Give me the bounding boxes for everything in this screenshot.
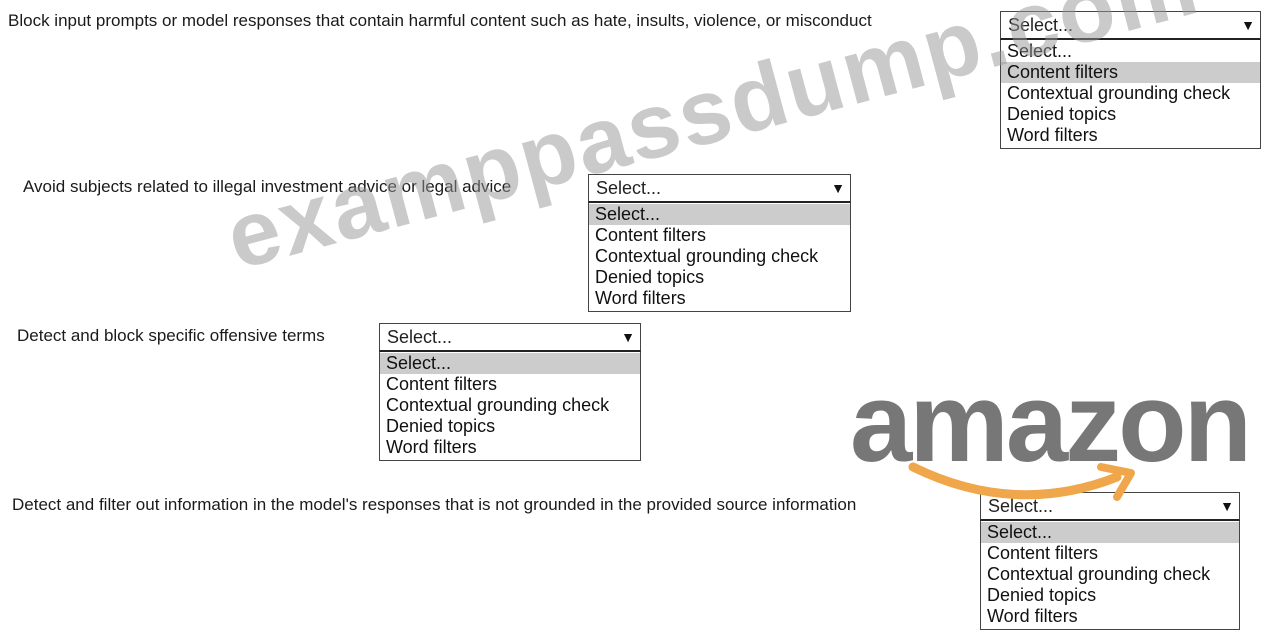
- question-2-select[interactable]: Select... ▼: [588, 174, 851, 203]
- chevron-down-icon[interactable]: ▼: [831, 175, 845, 202]
- question-3-prompt: Detect and block specific offensive term…: [17, 326, 325, 345]
- option-select[interactable]: Select...: [380, 353, 640, 374]
- question-1-selected-value: Select...: [1008, 15, 1074, 35]
- option-word-filters[interactable]: Word filters: [380, 437, 640, 458]
- option-word-filters[interactable]: Word filters: [1001, 125, 1260, 146]
- question-1-prompt: Block input prompts or model responses t…: [8, 11, 872, 30]
- option-content-filters[interactable]: Content filters: [380, 374, 640, 395]
- option-contextual-grounding-check[interactable]: Contextual grounding check: [1001, 83, 1260, 104]
- chevron-down-icon[interactable]: ▼: [1241, 12, 1255, 39]
- question-4-option-list: Select... Content filters Contextual gro…: [980, 521, 1240, 630]
- option-word-filters[interactable]: Word filters: [981, 606, 1239, 627]
- option-contextual-grounding-check[interactable]: Contextual grounding check: [981, 564, 1239, 585]
- question-1-option-list: Select... Content filters Contextual gro…: [1000, 40, 1261, 149]
- question-2-selected-value: Select...: [596, 178, 662, 198]
- question-3-select[interactable]: Select... ▼: [379, 323, 641, 352]
- question-4-select[interactable]: Select... ▼: [980, 492, 1240, 521]
- option-denied-topics[interactable]: Denied topics: [589, 267, 850, 288]
- option-content-filters[interactable]: Content filters: [981, 543, 1239, 564]
- question-1-select[interactable]: Select... ▼: [1000, 11, 1261, 40]
- question-2-option-list: Select... Content filters Contextual gro…: [588, 203, 851, 312]
- option-contextual-grounding-check[interactable]: Contextual grounding check: [380, 395, 640, 416]
- question-1-dropdown[interactable]: Select... ▼ Select... Content filters Co…: [1000, 11, 1261, 149]
- option-select[interactable]: Select...: [589, 204, 850, 225]
- question-3-selected-value: Select...: [387, 327, 453, 347]
- chevron-down-icon[interactable]: ▼: [1220, 493, 1234, 520]
- option-content-filters[interactable]: Content filters: [1001, 62, 1260, 83]
- amazon-logo-watermark: amazon: [850, 360, 1252, 485]
- option-denied-topics[interactable]: Denied topics: [380, 416, 640, 437]
- question-4-prompt: Detect and filter out information in the…: [12, 495, 857, 514]
- option-contextual-grounding-check[interactable]: Contextual grounding check: [589, 246, 850, 267]
- question-3-dropdown[interactable]: Select... ▼ Select... Content filters Co…: [379, 323, 641, 461]
- option-denied-topics[interactable]: Denied topics: [981, 585, 1239, 606]
- question-4-selected-value: Select...: [988, 496, 1054, 516]
- option-denied-topics[interactable]: Denied topics: [1001, 104, 1260, 125]
- question-4-dropdown[interactable]: Select... ▼ Select... Content filters Co…: [980, 492, 1240, 630]
- chevron-down-icon[interactable]: ▼: [621, 324, 635, 351]
- question-3-option-list: Select... Content filters Contextual gro…: [379, 352, 641, 461]
- option-content-filters[interactable]: Content filters: [589, 225, 850, 246]
- option-select[interactable]: Select...: [1001, 41, 1260, 62]
- option-select[interactable]: Select...: [981, 522, 1239, 543]
- option-word-filters[interactable]: Word filters: [589, 288, 850, 309]
- question-2-prompt: Avoid subjects related to illegal invest…: [23, 177, 512, 196]
- question-2-dropdown[interactable]: Select... ▼ Select... Content filters Co…: [588, 174, 851, 312]
